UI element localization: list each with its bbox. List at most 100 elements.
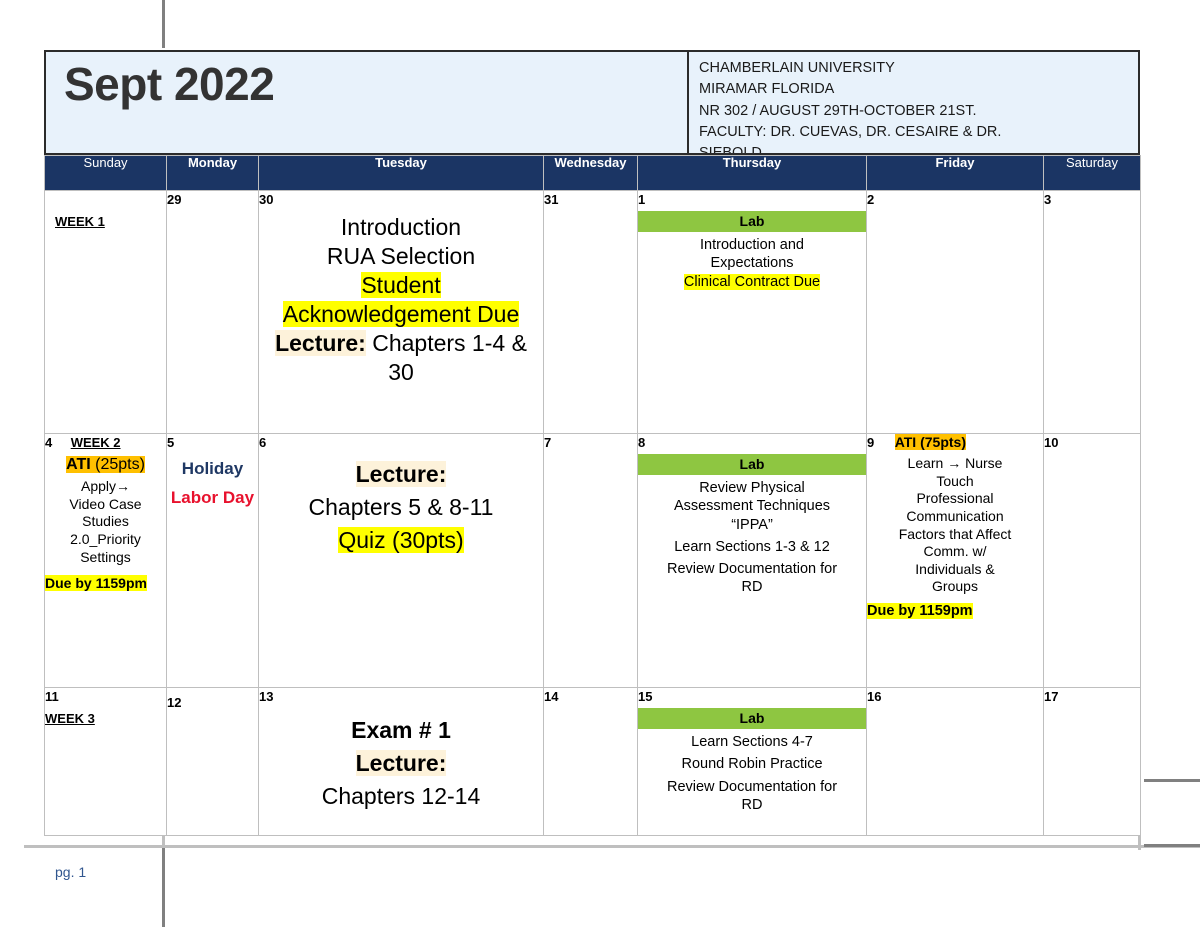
event-line: Factors that Affect bbox=[898, 525, 1012, 542]
day-number: 14 bbox=[544, 689, 559, 704]
weekday-header-wednesday: Wednesday bbox=[543, 155, 638, 191]
day-content: Exam # 1 Lecture: Chapters 12-14 bbox=[259, 716, 543, 811]
day-content: Holiday Labor Day bbox=[167, 458, 258, 509]
day-cell-sep-12[interactable]: 12 bbox=[166, 687, 259, 836]
day-cell-sep-15[interactable]: 15 Lab Learn Sections 4-7 Round Robin Pr… bbox=[637, 687, 867, 836]
day-number: 31 bbox=[544, 192, 559, 207]
day-cell-sep-3[interactable]: 3 bbox=[1043, 190, 1141, 434]
ati-label: ATI bbox=[66, 456, 91, 473]
day-number: 10 bbox=[1044, 435, 1059, 450]
day-cell-sep-8[interactable]: 8 Lab Review Physical Assessment Techniq… bbox=[637, 433, 867, 688]
event-line: Comm. w/ bbox=[923, 543, 987, 560]
calendar-document: Sept 2022 CHAMBERLAIN UNIVERSITY MIRAMAR… bbox=[44, 50, 1141, 836]
day-cell-sep-16[interactable]: 16 bbox=[866, 687, 1044, 836]
event-line: RD bbox=[741, 579, 763, 596]
day-number: 30 bbox=[259, 192, 274, 207]
event-line: Learn → Nurse bbox=[907, 455, 1003, 471]
event-line: 30 bbox=[388, 358, 414, 385]
day-cell-sep-6[interactable]: 6 Lecture: Chapters 5 & 8-11 Quiz (30pts… bbox=[258, 433, 544, 688]
footer-rule bbox=[24, 845, 1200, 848]
lab-banner: Lab bbox=[638, 211, 866, 233]
day-content: Lecture: Chapters 5 & 8-11 Quiz (30pts) bbox=[259, 460, 543, 555]
day-cell-sep-14[interactable]: 14 bbox=[543, 687, 638, 836]
holiday-label: Holiday bbox=[181, 459, 244, 478]
event-line: Professional bbox=[916, 490, 994, 507]
event-line: Assessment Techniques bbox=[673, 498, 831, 515]
week-label-2: WEEK 2 bbox=[70, 435, 121, 450]
event-line: RUA Selection bbox=[326, 242, 476, 269]
day-cell-week1-sunday[interactable]: WEEK 1 bbox=[44, 190, 167, 434]
day-cell-sep-5[interactable]: 5 Holiday Labor Day bbox=[166, 433, 259, 688]
event-line: Learn Sections 1-3 & 12 bbox=[674, 538, 830, 555]
event-line: Communication bbox=[906, 507, 1004, 524]
day-number: 4 bbox=[45, 435, 53, 450]
event-line-highlight: Acknowledgement Due bbox=[282, 300, 520, 327]
event-line: Chapters 5 & 8-11 bbox=[308, 493, 494, 520]
day-content: Learn Sections 4-7 Round Robin Practice … bbox=[638, 733, 866, 814]
day-number: 13 bbox=[259, 689, 274, 704]
weekday-header-saturday: Saturday bbox=[1043, 155, 1141, 191]
day-content: Introduction and Expectations Clinical C… bbox=[638, 236, 866, 291]
weekday-header-thursday: Thursday bbox=[637, 155, 867, 191]
weekday-header-tuesday: Tuesday bbox=[258, 155, 544, 191]
calendar-table: Sunday Monday Tuesday Wednesday Thursday… bbox=[44, 155, 1141, 836]
event-line: Introduction bbox=[340, 214, 462, 240]
due-badge: Due by 1159pm bbox=[45, 575, 147, 592]
page-title: Sept 2022 bbox=[64, 58, 275, 110]
weekday-header-friday: Friday bbox=[866, 155, 1044, 191]
meta-line-faculty-cont: SIEBOLD bbox=[699, 143, 1132, 153]
event-line: Learn Sections 4-7 bbox=[691, 734, 813, 751]
event-line: Review Documentation for bbox=[666, 778, 838, 795]
left-margin-guide-lower bbox=[162, 845, 165, 927]
meta-line-faculty: FACULTY: DR. CUEVAS, DR. CESAIRE & DR. bbox=[699, 123, 1002, 140]
day-number: 5 bbox=[167, 435, 175, 450]
event-line: Touch bbox=[936, 472, 974, 489]
day-cell-sep-10[interactable]: 10 bbox=[1043, 433, 1141, 688]
page-number: pg. 1 bbox=[55, 864, 87, 880]
day-number: 1 bbox=[638, 192, 646, 207]
day-cell-sep-2[interactable]: 2 bbox=[866, 190, 1044, 434]
event-line: Introduction and bbox=[700, 237, 804, 254]
weekday-header-sunday: Sunday bbox=[44, 155, 167, 191]
calendar-week-row: WEEK 1 29 30 Introduction RUA Selection … bbox=[44, 190, 1141, 434]
day-cell-sep-13[interactable]: 13 Exam # 1 Lecture: Chapters 12-14 bbox=[258, 687, 544, 836]
day-number: 8 bbox=[638, 435, 646, 450]
day-cell-sep-1[interactable]: 1 Lab Introduction and Expectations Clin… bbox=[637, 190, 867, 434]
week-label-1: WEEK 1 bbox=[55, 214, 105, 229]
weekday-header-monday: Monday bbox=[166, 155, 259, 191]
event-line: Round Robin Practice bbox=[681, 756, 823, 773]
event-line: RD bbox=[741, 796, 763, 813]
day-content: Review Physical Assessment Techniques “I… bbox=[638, 479, 866, 597]
meta-line-campus: MIRAMAR FLORIDA bbox=[699, 81, 835, 98]
day-number: 11 bbox=[45, 689, 59, 704]
meta-line-university: CHAMBERLAIN UNIVERSITY bbox=[699, 60, 895, 76]
day-cell-sep-11[interactable]: 11 WEEK 3 bbox=[44, 687, 167, 836]
day-cell-sep-9[interactable]: 9 ATI (75pts) Learn → Nurse Touch Profes… bbox=[866, 433, 1044, 688]
lecture-label: Lecture: bbox=[355, 749, 447, 776]
event-line: Apply→ bbox=[80, 478, 131, 494]
week-label-3: WEEK 3 bbox=[45, 711, 95, 726]
lecture-chapters: Chapters 1-4 & bbox=[365, 329, 527, 356]
day-number: 3 bbox=[1044, 192, 1052, 207]
day-number: 6 bbox=[259, 435, 267, 450]
day-content: Introduction RUA Selection Student Ackno… bbox=[259, 213, 543, 387]
lab-banner: Lab bbox=[638, 454, 866, 476]
day-number: 15 bbox=[638, 689, 653, 704]
day-cell-aug-29[interactable]: 29 bbox=[166, 190, 259, 434]
day-cell-aug-30[interactable]: 30 Introduction RUA Selection Student Ac… bbox=[258, 190, 544, 434]
day-number: 9 bbox=[867, 435, 875, 450]
right-rule-lower bbox=[1144, 844, 1200, 847]
day-number: 17 bbox=[1044, 689, 1059, 704]
day-number: 16 bbox=[867, 689, 882, 704]
event-line: Individuals & bbox=[915, 560, 995, 577]
weekday-header-row: Sunday Monday Tuesday Wednesday Thursday… bbox=[44, 155, 1141, 191]
day-cell-sep-7[interactable]: 7 bbox=[543, 433, 638, 688]
lab-banner: Lab bbox=[638, 708, 866, 730]
day-cell-sep-4[interactable]: 4 WEEK 2 ATI (25pts) Apply→ Video Case S… bbox=[44, 433, 167, 688]
day-cell-sep-17[interactable]: 17 bbox=[1043, 687, 1141, 836]
course-info-block: CHAMBERLAIN UNIVERSITY MIRAMAR FLORIDA N… bbox=[687, 52, 1138, 153]
day-number: 7 bbox=[544, 435, 552, 450]
event-line: “IPPA” bbox=[731, 516, 773, 533]
right-rule-upper bbox=[1144, 779, 1200, 782]
day-cell-aug-31[interactable]: 31 bbox=[543, 190, 638, 434]
